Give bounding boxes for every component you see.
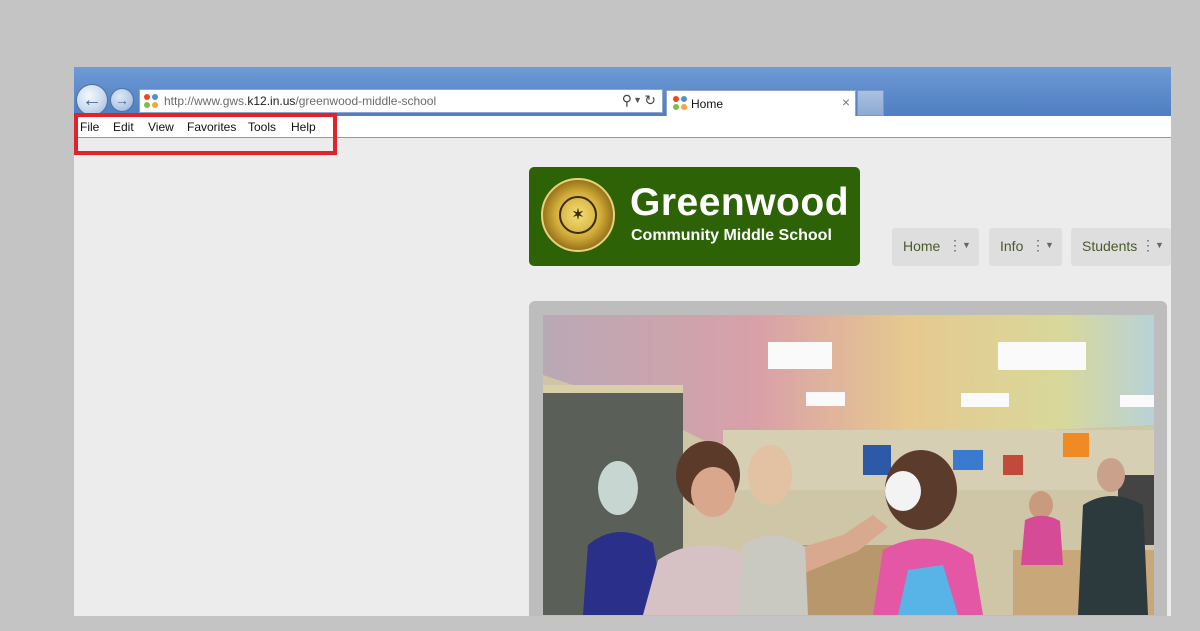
nav-students-label: Students [1082,238,1138,254]
page-content: ✶ Greenwood Community Middle School Home… [74,138,1171,616]
tab-home[interactable]: Home × [666,90,856,116]
browser-titlebar: ← → http://www.gws.k12.in.us/greenwood-m… [74,67,1171,116]
close-icon[interactable]: × [842,94,850,110]
address-bar[interactable]: http://www.gws.k12.in.us/greenwood-middl… [139,89,663,113]
chevron-down-icon: ▼ [1155,240,1164,250]
logo-subtitle: Community Middle School [631,227,832,244]
nav-students[interactable]: Students ⋮ ▼ [1071,228,1171,266]
school-logo[interactable]: ✶ Greenwood Community Middle School [529,167,860,266]
nav-info[interactable]: Info ⋮ ▼ [989,228,1062,266]
arrow-left-icon: ← [82,88,102,111]
new-tab-button[interactable] [857,90,884,116]
more-vertical-icon: ⋮ [1141,237,1155,253]
forward-button[interactable]: → [110,88,134,112]
nav-home[interactable]: Home ⋮ ▼ [892,228,979,266]
search-icon[interactable]: ⚲ [622,92,632,109]
nav-info-label: Info [1000,238,1024,254]
chevron-down-icon: ▼ [962,240,971,250]
more-vertical-icon: ⋮ [1031,237,1045,253]
menu-highlight-box [74,113,337,155]
arrow-right-icon: → [115,92,129,108]
nav-home-label: Home [903,238,941,254]
logo-title: Greenwood [630,181,850,224]
school-seal-icon: ✶ [541,178,615,252]
hero-photo-frame [529,301,1167,616]
tab-title: Home [691,97,724,111]
joomla-favicon-icon [673,96,687,110]
joomla-favicon-icon [144,94,158,108]
seal-emblem: ✶ [559,196,597,234]
more-vertical-icon: ⋮ [948,237,962,253]
back-button[interactable]: ← [76,84,108,116]
address-url: http://www.gws.k12.in.us/greenwood-middl… [164,94,437,108]
classroom-photo [543,315,1154,615]
refresh-icon[interactable]: ↻ [644,92,656,109]
chevron-down-icon[interactable]: ▼ [633,95,642,105]
chevron-down-icon: ▼ [1045,240,1054,250]
